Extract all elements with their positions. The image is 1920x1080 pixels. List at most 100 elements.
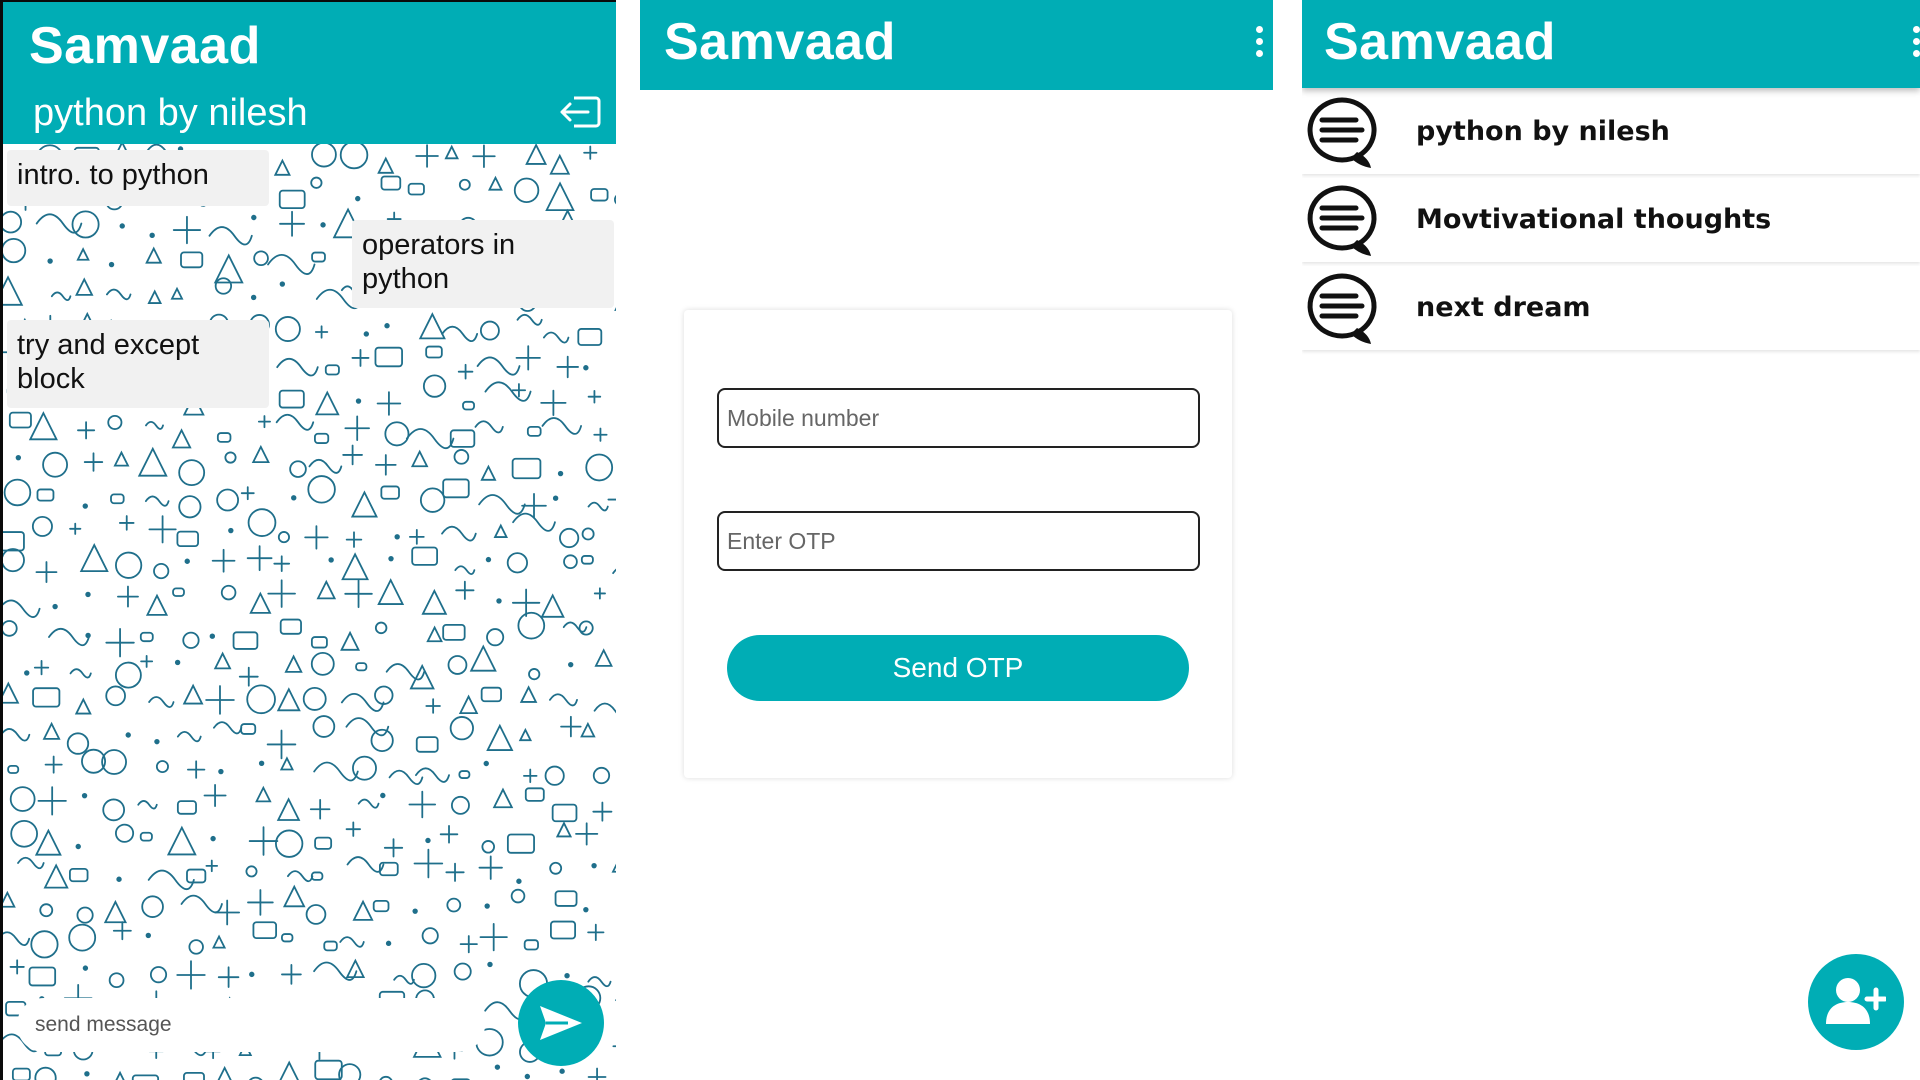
doodle-mark <box>554 890 578 907</box>
doodle-mark <box>279 1060 299 1080</box>
doodle-mark <box>544 765 565 786</box>
doodle-mark <box>421 927 439 945</box>
doodle-mark <box>15 454 22 461</box>
doodle-mark <box>394 534 400 540</box>
doodle-mark <box>10 819 38 848</box>
doodle-mark <box>216 432 232 443</box>
doodle-mark <box>458 770 471 779</box>
doodle-mark <box>587 976 612 988</box>
doodle-mark <box>108 972 125 989</box>
chat-screen: Samvaad python by nilesh intro. to pytho… <box>0 0 616 1080</box>
doodle-mark <box>528 668 541 681</box>
doodle-mark <box>208 226 253 246</box>
doodle-mark <box>383 838 404 858</box>
doodle-mark <box>549 861 563 875</box>
doodle-mark <box>32 687 61 708</box>
group-list-item[interactable]: Movtivational thoughts <box>1302 178 1920 262</box>
doodle-mark <box>114 661 142 689</box>
doodle-mark <box>224 451 237 464</box>
doodle-mark <box>85 591 91 598</box>
doodle-mark <box>79 543 109 573</box>
exit-icon[interactable] <box>558 94 602 130</box>
mobile-number-field[interactable] <box>717 388 1200 448</box>
message-input[interactable] <box>17 998 485 1052</box>
add-user-button[interactable] <box>1808 954 1904 1050</box>
doodle-mark <box>85 632 91 639</box>
doodle-mark <box>172 587 185 597</box>
doodle-mark <box>3 599 41 618</box>
send-otp-button[interactable]: Send OTP <box>727 635 1189 701</box>
doodle-mark <box>112 921 132 941</box>
doodle-mark <box>176 800 197 815</box>
doodle-mark <box>442 623 466 641</box>
doodle-mark <box>408 528 425 545</box>
doodle-mark <box>524 787 545 802</box>
doodle-mark <box>442 478 470 499</box>
doodle-mark <box>496 598 502 604</box>
doodle-mark <box>149 232 155 239</box>
doodle-mark <box>374 621 388 635</box>
group-list-item[interactable]: next dream <box>1302 266 1920 350</box>
doodle-mark <box>251 214 257 221</box>
doodle-mark <box>345 717 390 737</box>
doodle-mark <box>153 562 170 580</box>
doodle-mark <box>421 588 448 615</box>
doodle-mark <box>106 288 132 301</box>
doodle-mark <box>170 286 184 300</box>
doodle-mark <box>548 693 578 707</box>
doodle-mark <box>611 863 616 873</box>
doodle-mark <box>328 557 334 563</box>
send-button[interactable] <box>518 980 604 1066</box>
more-vertical-icon[interactable] <box>1255 26 1265 62</box>
doodle-mark <box>472 144 496 168</box>
doodle-mark <box>345 821 361 837</box>
login-card: Send OTP <box>684 310 1232 778</box>
doodle-mark <box>310 176 323 189</box>
doodle-mark <box>592 766 611 785</box>
otp-field[interactable] <box>717 511 1200 571</box>
doodle-mark <box>559 527 580 549</box>
doodle-mark <box>323 940 338 952</box>
doodle-mark <box>279 210 305 237</box>
doodle-mark <box>47 258 53 264</box>
doodle-mark <box>171 428 192 449</box>
doodle-mark <box>426 625 443 643</box>
doodle-mark <box>273 555 291 573</box>
doodle-mark <box>76 906 94 924</box>
doodle-mark <box>478 494 526 515</box>
doodle-mark <box>291 495 297 501</box>
login-header: Samvaad <box>640 0 1273 90</box>
doodle-mark <box>117 585 139 608</box>
doodle-mark <box>43 863 69 889</box>
doodle-mark <box>458 178 471 191</box>
doodle-mark <box>276 687 301 712</box>
doodle-mark <box>216 488 239 512</box>
doodle-mark <box>351 348 370 367</box>
doodle-mark <box>310 651 335 676</box>
doodle-mark <box>344 579 373 609</box>
doodle-mark <box>30 930 59 959</box>
doodle-mark <box>311 144 337 168</box>
doodle-mark <box>585 453 614 482</box>
doodle-mark <box>205 685 235 715</box>
app-title: Samvaad <box>29 17 261 75</box>
doodle-mark <box>115 823 135 843</box>
doodle-mark <box>411 546 438 566</box>
doodle-mark <box>312 715 336 738</box>
doodle-mark <box>69 867 89 883</box>
doodle-mark <box>380 792 386 799</box>
group-list-item[interactable]: python by nilesh <box>1302 90 1920 174</box>
doodle-mark <box>148 515 177 544</box>
doodle-mark <box>33 659 50 676</box>
chat-bubble-icon <box>1307 185 1377 256</box>
doodle-mark <box>407 182 425 196</box>
doodle-mark <box>252 921 278 940</box>
doodle-mark <box>247 889 274 916</box>
doodle-mark <box>105 685 126 707</box>
chat-bubble-icon <box>1307 273 1377 344</box>
doodle-mark <box>408 790 437 819</box>
doodle-mark <box>513 177 540 203</box>
doodle-mark <box>493 523 509 538</box>
more-vertical-icon[interactable] <box>1912 26 1920 62</box>
doodle-mark <box>425 837 431 844</box>
